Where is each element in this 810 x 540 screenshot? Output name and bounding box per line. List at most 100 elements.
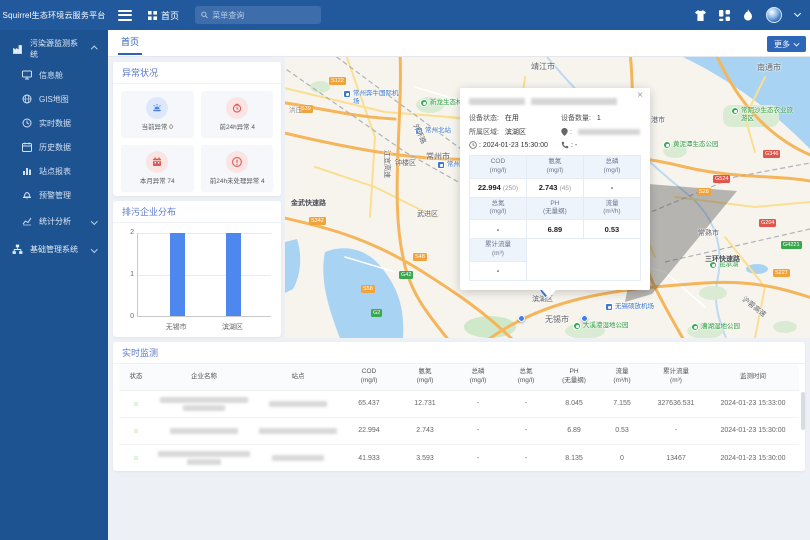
route-badge: S28 [697,188,711,196]
poi-park[interactable]: 黄泥潭生态公园 [663,141,719,149]
table-row[interactable]: 65.437 12.731 - - 8.045 7.155 327636.531… [119,390,799,417]
map-label: 港市 [651,115,665,125]
bar-binhu[interactable] [226,233,241,316]
enterprise-distribution-panel: 排污企业分布 2 1 0 无锡市 滨湖区 [113,201,281,337]
theme-shirt-icon[interactable] [695,10,706,21]
tab-home[interactable]: 首页 [121,30,139,55]
table-header-row: 状态 企业名称 站点 COD(mg/l) 氨氮(mg/l) 总磷(mg/l) 总… [119,364,799,390]
company-name-redacted [153,444,255,471]
address-redacted [578,129,640,135]
table-row[interactable]: 41.933 3.593 - - 8.135 0 13467 2024-01-2… [119,444,799,471]
main-content: 异常状况 当前异常 0 前24h异常 4 [108,57,810,540]
bell-icon [22,190,32,200]
stats-icon [22,216,32,226]
clock-icon [22,118,32,128]
close-icon[interactable]: × [637,91,643,101]
map-marker-small[interactable] [518,315,525,322]
table-row[interactable]: 22.994 2.743 - - 6.89 0.53 - 2024-01-23 … [119,417,799,444]
leaf-icon [663,141,671,149]
alarm-clock-icon [226,97,248,119]
bar-wuxi[interactable] [170,233,185,316]
plane-icon [605,303,613,311]
status-card-month[interactable]: 本月异常 74 [121,145,194,192]
sidebar-item-realtime-data[interactable]: 实时数据 [0,111,108,135]
abnormal-status-panel: 异常状况 当前异常 0 前24h异常 4 [113,62,281,196]
sidebar-item-pollution-system[interactable]: 污染源监测系统 [0,35,108,63]
table-scrollbar[interactable] [801,392,805,430]
avatar[interactable] [766,7,782,23]
user-menu-chevron-icon[interactable] [794,10,801,17]
app-logo: Squirrel生态环境云服务平台 [0,10,108,21]
monitor-icon [22,70,32,80]
info-window-arrow [542,290,556,298]
location-pin-icon [561,128,568,136]
map-label: 洪庄 [289,104,302,114]
map-label: 武进区 [417,209,438,219]
poi-airport[interactable]: 常州奔牛国际机场 [343,90,401,106]
map-label: 钟楼区 [395,158,416,168]
status-card-unhandled[interactable]: 前24h未处理异常 4 [201,145,274,192]
home-grid-icon [148,11,157,20]
topbar: Squirrel生态环境云服务平台 首页 [0,0,810,30]
sidebar-item-gis-map[interactable]: GIS地图 [0,87,108,111]
sidebar-item-alert-management[interactable]: 预警管理 [0,183,108,207]
menu-toggle-icon[interactable] [118,7,132,23]
poi-airport[interactable]: 无锡硕放机场 [605,303,654,311]
poi-park[interactable]: 大溪港湿地公园 [573,322,629,330]
status-card-24h[interactable]: 前24h异常 4 [201,91,274,138]
map-label: 江宜高速 [382,150,392,178]
bar-chart: 2 1 0 无锡市 滨湖区 [137,225,271,333]
realtime-table: 状态 企业名称 站点 COD(mg/l) 氨氮(mg/l) 总磷(mg/l) 总… [119,364,799,471]
more-button[interactable]: 更多 [767,36,806,52]
leaf-icon [691,323,699,331]
map-marker-small[interactable] [581,315,588,322]
poi-park[interactable]: 漕湖湿地公园 [691,323,740,331]
route-badge: S122 [329,77,346,85]
globe-icon [22,94,32,104]
sidebar-item-history-data[interactable]: 历史数据 [0,135,108,159]
chart-plot-area: 2 1 0 [137,233,271,317]
popup-device-info: 设备状态: 在用 设备数量: 1 所属区域: 滨湖区 : : 2024-01-2… [469,113,641,149]
realtime-monitoring-panel: 实时监测 状态 企业名称 站点 COD(mg/l) 氨氮( [113,342,805,471]
panel-title: 实时监测 [113,342,805,364]
phone-icon [561,141,569,149]
map[interactable]: 靖江市 南通市 常州市 钟楼区 武进区 无锡市 滨湖区 常熟市 港市 金武快速路… [285,57,810,338]
y-tick: 1 [122,271,134,278]
leaf-icon [573,322,581,330]
chevron-down-icon [91,246,97,252]
report-icon [22,166,32,176]
clock-icon [469,141,477,149]
panel-title: 排污企业分布 [113,201,281,223]
chevron-up-icon [91,46,97,52]
popup-metrics-table: COD(mg/l) 氨氮(mg/l) 总磷(mg/l) 22.994 (250)… [469,155,641,281]
map-label: 三环快速路 [705,254,740,264]
y-tick: 2 [122,229,134,236]
leaf-icon [420,99,428,107]
route-badge: S342 [309,217,326,225]
sidebar: 污染源监测系统 信息舱 GIS地图 实时数据 历史数据 站点报表 预警管理 [0,30,108,540]
map-label: 常州市 [426,151,450,162]
tabbar: 首页 更多 [108,30,810,57]
company-name-redacted [153,390,255,417]
map-info-window: × 设备状态: 在用 设备数量: 1 所属区域: 滨湖区 : : 2024 [460,88,650,290]
route-badge: S48 [413,253,427,261]
flame-icon[interactable] [743,9,753,21]
search-input[interactable] [212,11,315,20]
search-box[interactable] [195,6,321,24]
layout-icon[interactable] [719,10,730,21]
status-card-current[interactable]: 当前异常 0 [121,91,194,138]
route-badge: G2 [371,309,382,317]
calendar-icon [22,142,32,152]
poi-park[interactable]: 常阴沙生态农业旅游区 [731,107,799,123]
plane-icon [343,90,351,98]
search-icon [201,11,208,19]
y-tick: 0 [122,313,134,320]
breadcrumb[interactable]: 首页 [148,9,179,22]
route-badge: G346 [763,150,780,158]
sidebar-item-base-system[interactable]: 基础管理系统 [0,235,108,263]
sidebar-item-statistics[interactable]: 统计分析 [0,207,108,235]
sidebar-item-info-cabin[interactable]: 信息舱 [0,63,108,87]
map-label: 靖江市 [531,61,555,72]
sidebar-item-station-report[interactable]: 站点报表 [0,159,108,183]
poi-park[interactable]: 新龙生态林 [420,99,463,107]
